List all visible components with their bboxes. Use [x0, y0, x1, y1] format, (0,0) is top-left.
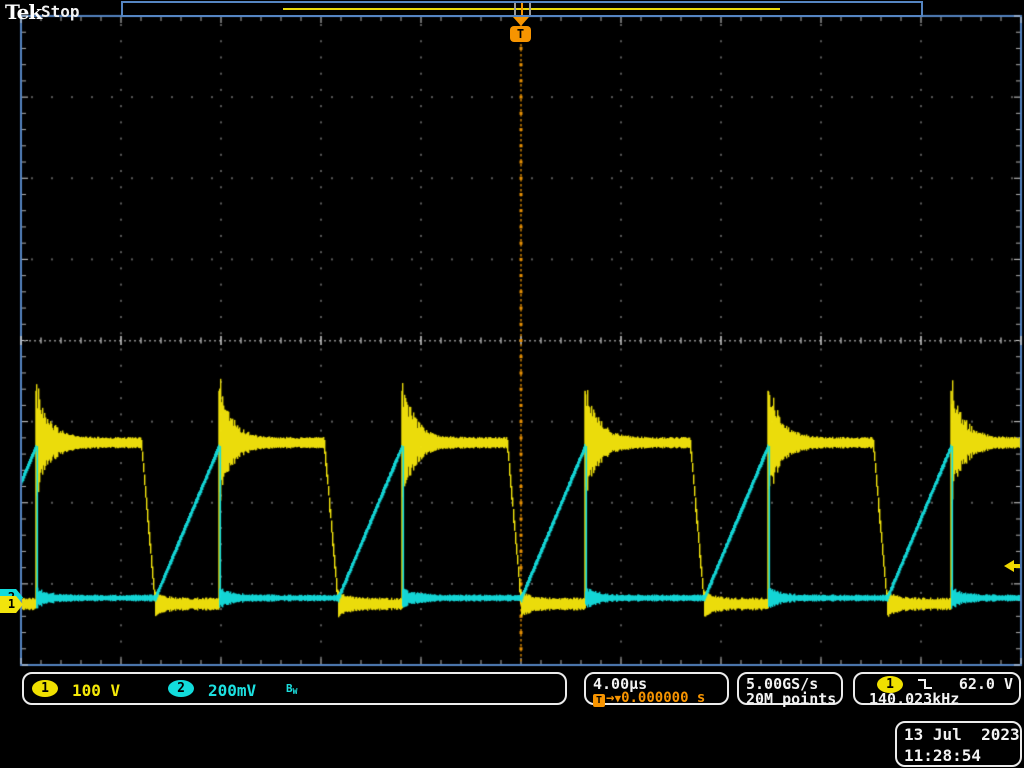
- record-view-bar: [121, 1, 923, 17]
- ch2-scale: 200mV: [208, 681, 256, 700]
- channel-readout-box[interactable]: 1 100 V 2 200mV BW: [22, 672, 567, 705]
- trigger-delay-readout: T→▼0.000000 s: [593, 690, 705, 707]
- bandwidth-limit-icon: BW: [286, 682, 297, 696]
- record-waveform-segment: [283, 8, 780, 10]
- trigger-level-arrow-icon[interactable]: [1004, 560, 1021, 572]
- expansion-bracket-left-icon: [514, 3, 516, 15]
- oscilloscope-screen: Tek Stop T 2 1 1 100 V 2 200mV BW 4.00µs…: [0, 0, 1024, 768]
- record-length: 20M points: [746, 690, 836, 708]
- trigger-mini-flag-icon: T: [593, 694, 605, 707]
- ch1-scale: 100 V: [72, 681, 120, 700]
- date-value: 13 Jul 2023: [904, 725, 1020, 744]
- trigger-position-line: [521, 3, 523, 15]
- acquisition-status[interactable]: Stop: [41, 2, 80, 21]
- datetime-box: 13 Jul 2023 11:28:54: [895, 721, 1022, 767]
- arrow-tail: [1013, 564, 1020, 568]
- trigger-level-value: 62.0 V: [959, 675, 1013, 693]
- ch1-badge: 1: [32, 680, 58, 697]
- time-value: 11:28:54: [904, 746, 981, 765]
- expansion-bracket-right-icon: [529, 3, 531, 15]
- trigger-flag[interactable]: T: [510, 26, 531, 42]
- ch2-badge: 2: [168, 680, 194, 697]
- trigger-position-triangle-icon: [513, 17, 529, 26]
- falling-edge-icon: [917, 677, 933, 691]
- delay-value: 0.000000 s: [621, 690, 705, 706]
- trigger-frequency: 140.023kHz: [869, 690, 959, 708]
- trigger-readout-box[interactable]: 1 62.0 V 140.023kHz: [853, 672, 1021, 705]
- tek-logo: Tek: [5, 0, 41, 24]
- graticule-waveform-canvas: [0, 0, 1024, 768]
- horizontal-readout-box[interactable]: 4.00µs T→▼0.000000 s: [584, 672, 729, 705]
- acquisition-readout-box[interactable]: 5.00GS/s 20M points: [737, 672, 843, 705]
